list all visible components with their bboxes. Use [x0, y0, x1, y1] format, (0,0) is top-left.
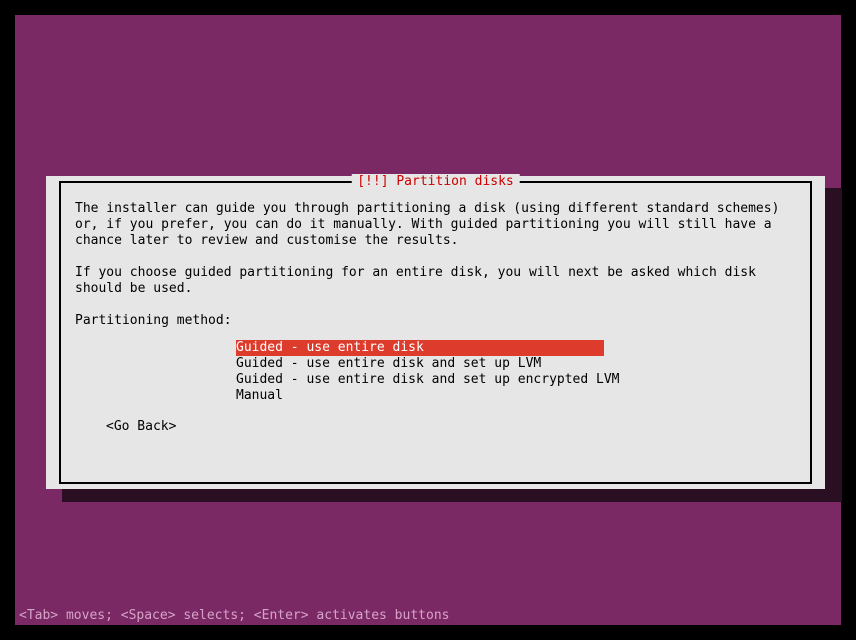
dialog-border: [!!] Partition disks The installer can g… — [59, 181, 812, 484]
option-guided-entire-disk[interactable]: Guided - use entire disk — [236, 340, 796, 356]
desktop-background: [!!] Partition disks The installer can g… — [15, 15, 841, 625]
intro-paragraph-2: If you choose guided partitioning for an… — [75, 265, 796, 297]
option-manual[interactable]: Manual — [236, 388, 796, 404]
option-label: Guided - use entire disk — [236, 340, 604, 356]
dialog-title: [!!] Partition disks — [351, 174, 520, 189]
intro-paragraph-1: The installer can guide you through part… — [75, 201, 796, 249]
partitioning-options: Guided - use entire disk Guided - use en… — [236, 340, 796, 404]
option-guided-encrypted-lvm[interactable]: Guided - use entire disk and set up encr… — [236, 372, 796, 388]
status-bar: <Tab> moves; <Space> selects; <Enter> ac… — [19, 608, 449, 623]
dialog-content: The installer can guide you through part… — [61, 183, 810, 447]
option-guided-lvm[interactable]: Guided - use entire disk and set up LVM — [236, 356, 796, 372]
partitioning-method-prompt: Partitioning method: — [75, 313, 796, 329]
go-back-button[interactable]: <Go Back> — [106, 419, 796, 435]
partition-dialog: [!!] Partition disks The installer can g… — [46, 176, 825, 489]
